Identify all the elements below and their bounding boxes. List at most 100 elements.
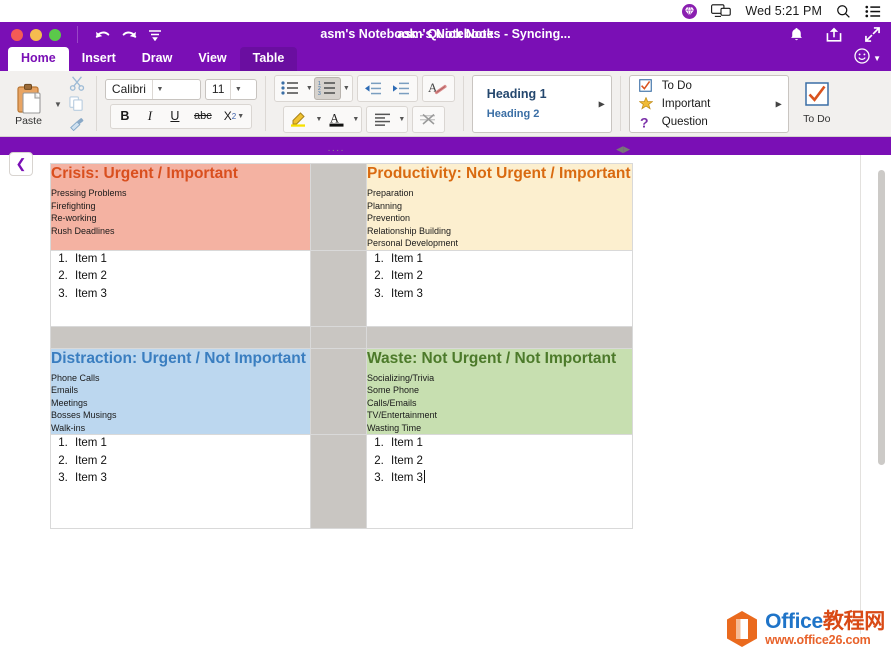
screen-share-icon[interactable]: [711, 4, 731, 18]
tab-insert[interactable]: Insert: [69, 47, 129, 71]
expand-icon[interactable]: [861, 24, 883, 44]
bold-button[interactable]: B: [113, 106, 137, 127]
table-move-handle[interactable]: ···· ◀▶: [40, 145, 632, 157]
font-color-icon[interactable]: A: [323, 108, 350, 131]
window-title-primary: asm's Notebook: [236, 27, 656, 41]
paste-dropdown-caret[interactable]: ▼: [54, 100, 62, 109]
quadrant-item: TV/Entertainment: [367, 409, 632, 422]
smiley-icon[interactable]: [854, 48, 870, 69]
tab-draw[interactable]: Draw: [129, 47, 186, 71]
remove-tag-icon[interactable]: [415, 108, 442, 131]
minimize-button[interactable]: [30, 29, 42, 41]
document-area: ❮ ···· ◀▶: [0, 155, 891, 634]
chevron-down-icon[interactable]: ▼: [315, 116, 322, 123]
paste-button[interactable]: Paste: [5, 81, 52, 127]
table-row: Crisis: Urgent / Important Pressing Prob…: [51, 164, 633, 251]
collapse-navigation-button[interactable]: ❮: [9, 152, 33, 176]
cell-spacer[interactable]: [311, 164, 367, 251]
quadrant-item: Planning: [367, 200, 632, 213]
cell-waste-header[interactable]: Waste: Not Urgent / Not Important Social…: [367, 348, 633, 435]
numbered-list-icon[interactable]: 123: [314, 77, 341, 100]
cell-crisis-list[interactable]: Item 1 Item 2 Item 3: [51, 250, 311, 326]
increase-indent-icon[interactable]: [388, 77, 415, 100]
tag-item-important[interactable]: Important: [638, 96, 788, 112]
style-heading-1[interactable]: Heading 1: [487, 87, 611, 101]
decrease-indent-icon[interactable]: [360, 77, 387, 100]
cell-spacer[interactable]: [311, 326, 367, 348]
search-icon[interactable]: [836, 4, 851, 19]
quadrant-item: Socializing/Trivia: [367, 372, 632, 385]
window-right-icons: [785, 24, 883, 44]
subscript-button[interactable]: X2▼: [219, 106, 249, 127]
tags-gallery-expand-icon[interactable]: ▶: [776, 99, 782, 108]
gem-icon[interactable]: [682, 4, 697, 19]
cell-waste-list[interactable]: Item 1 Item 2 Item 3: [367, 435, 633, 529]
watermark: Office教程网 www.office26.com: [725, 610, 885, 648]
eisenhower-matrix-table[interactable]: Crisis: Urgent / Important Pressing Prob…: [50, 163, 633, 529]
chevron-down-icon[interactable]: ▼: [343, 85, 350, 92]
svg-text:A: A: [330, 112, 339, 126]
customize-toolbar-icon[interactable]: [142, 24, 168, 46]
cell-spacer[interactable]: [311, 348, 367, 435]
cell-distraction-header[interactable]: Distraction: Urgent / Not Important Phon…: [51, 348, 311, 435]
svg-text:3: 3: [318, 91, 321, 95]
paste-label: Paste: [15, 115, 42, 127]
watermark-url: www.office26.com: [765, 634, 885, 647]
chevron-down-icon[interactable]: ▼: [398, 116, 405, 123]
quadrant-title-productivity: Productivity: Not Urgent / Important: [367, 164, 632, 183]
chevron-down-icon[interactable]: ▼: [352, 116, 359, 123]
control-center-icon[interactable]: [865, 5, 881, 18]
list-item: Item 3: [387, 286, 632, 304]
cell-productivity-header[interactable]: Productivity: Not Urgent / Important Pre…: [367, 164, 633, 251]
font-family-select[interactable]: Calibri ▼: [105, 79, 201, 100]
to-do-tag-button[interactable]: To Do: [789, 82, 845, 125]
maximize-button[interactable]: [49, 29, 61, 41]
feedback-smiley-control[interactable]: ▼: [854, 48, 881, 69]
highlight-icon[interactable]: [286, 108, 313, 131]
cell-spacer[interactable]: [367, 326, 633, 348]
quadrant-item: Firefighting: [51, 200, 310, 213]
note-page[interactable]: ···· ◀▶ Crisis: Urgent / Important: [40, 155, 852, 634]
cell-crisis-header[interactable]: Crisis: Urgent / Important Pressing Prob…: [51, 164, 311, 251]
italic-button[interactable]: I: [138, 106, 162, 127]
cell-productivity-list[interactable]: Item 1 Item 2 Item 3: [367, 250, 633, 326]
tab-table[interactable]: Table: [240, 47, 298, 71]
chevron-down-icon[interactable]: ▼: [237, 113, 244, 120]
underline-button[interactable]: U: [163, 106, 187, 127]
share-icon[interactable]: [823, 24, 845, 44]
tab-home[interactable]: Home: [8, 47, 69, 71]
cell-spacer[interactable]: [311, 250, 367, 326]
list-item: Item 3: [71, 286, 310, 304]
undo-icon[interactable]: [90, 24, 116, 46]
cell-distraction-list[interactable]: Item 1 Item 2 Item 3: [51, 435, 311, 529]
chevron-down-icon[interactable]: ▼: [152, 80, 167, 99]
tag-item-question[interactable]: ? Question: [638, 114, 788, 130]
cut-icon[interactable]: [66, 73, 88, 92]
font-size-select[interactable]: 11 ▼: [205, 79, 257, 100]
bullet-list-icon[interactable]: [277, 77, 304, 100]
clear-formatting-icon[interactable]: A: [425, 77, 452, 100]
strikethrough-button[interactable]: abc: [188, 106, 218, 127]
styles-gallery-expand-icon[interactable]: ▶: [599, 99, 605, 108]
cell-spacer[interactable]: [51, 326, 311, 348]
menu-bar-clock[interactable]: Wed 5:21 PM: [745, 4, 822, 18]
notifications-bell-icon[interactable]: [785, 24, 807, 44]
tab-view[interactable]: View: [185, 47, 239, 71]
style-heading-2[interactable]: Heading 2: [487, 108, 611, 120]
redo-icon[interactable]: [116, 24, 142, 46]
vertical-scrollbar[interactable]: [878, 170, 885, 465]
tag-item-to-do[interactable]: To Do: [638, 78, 788, 94]
format-painter-icon[interactable]: [66, 115, 88, 134]
svg-text:?: ?: [640, 115, 649, 129]
chevron-down-icon[interactable]: ▼: [306, 85, 313, 92]
chevron-down-icon[interactable]: ▼: [873, 54, 881, 63]
checkbox-icon: [805, 82, 829, 111]
close-button[interactable]: [11, 29, 23, 41]
chevron-down-icon[interactable]: ▼: [230, 80, 245, 99]
table-resize-handle-icon[interactable]: ◀▶: [616, 144, 630, 155]
copy-icon[interactable]: [66, 94, 88, 113]
tags-gallery[interactable]: To Do Important ? Question ▶: [629, 75, 789, 133]
styles-gallery[interactable]: Heading 1 Heading 2 ▶: [472, 75, 612, 133]
align-icon[interactable]: [369, 108, 396, 131]
cell-spacer[interactable]: [311, 435, 367, 529]
